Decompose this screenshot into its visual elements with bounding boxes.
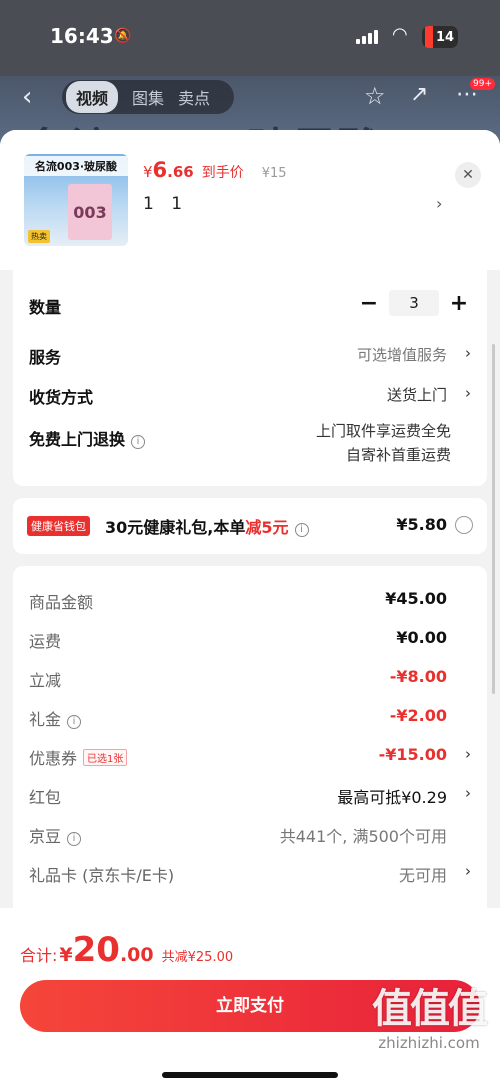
total-decimal: .00 bbox=[119, 944, 154, 966]
chevron-right-icon[interactable]: › bbox=[436, 194, 442, 213]
original-price: ¥15 bbox=[261, 166, 287, 181]
free-return-text: 免费上门退换 bbox=[29, 430, 126, 449]
radio-icon[interactable] bbox=[455, 516, 473, 534]
service-value: 可选增值服务 bbox=[356, 346, 447, 364]
return-line-1: 上门取件享运费全免 bbox=[315, 422, 451, 440]
wallet-discount: 减5元 bbox=[245, 518, 289, 537]
summary-label: 礼品卡 (京东卡/E卡) bbox=[29, 866, 175, 885]
total-savings: 共减¥25.00 bbox=[161, 950, 234, 965]
quantity-stepper: − 3 + bbox=[357, 290, 471, 316]
delivery-value: 送货上门 bbox=[386, 386, 447, 404]
health-wallet-card[interactable]: 健康省钱包 30元健康礼包,本单减5元 i ¥5.80 bbox=[13, 498, 487, 554]
price-decimal: .66 bbox=[167, 163, 194, 181]
service-label: 服务 bbox=[29, 348, 62, 367]
wifi-icon: ◠ bbox=[392, 24, 408, 45]
status-time: 16:43 bbox=[50, 24, 114, 48]
price-symbol: ¥ bbox=[143, 163, 153, 181]
chevron-right-icon: › bbox=[465, 344, 471, 362]
jd-beans-label: 京豆 bbox=[29, 827, 62, 846]
wallet-text-prefix: 30元健康礼包,本单 bbox=[105, 518, 246, 537]
product-header: 名流003·玻尿酸 003 热卖 ¥ 6 .66 到手价 ¥15 1 1 › ✕ bbox=[0, 130, 500, 270]
watermark-text: zhizhizhi.com bbox=[378, 1034, 480, 1052]
tab-video[interactable]: 视频 bbox=[66, 81, 119, 113]
product-thumbnail[interactable]: 名流003·玻尿酸 003 热卖 bbox=[24, 154, 128, 246]
coupon-selected-badge: 已选1张 bbox=[83, 749, 128, 766]
options-card: 数量 − 3 + 服务 可选增值服务 › 收货方式 送货上门 › 免费上门退换 i… bbox=[13, 270, 487, 486]
selected-spec[interactable]: 1 1 bbox=[143, 194, 188, 214]
chevron-right-icon: › bbox=[465, 862, 471, 880]
gift-money-label: 礼金 bbox=[29, 710, 62, 729]
summary-value: ¥45.00 bbox=[385, 589, 447, 608]
summary-label: 京豆 i bbox=[29, 823, 82, 847]
wallet-price: ¥5.80 bbox=[396, 515, 447, 534]
quantity-label: 数量 bbox=[29, 298, 62, 317]
thumbnail-label: 名流003·玻尿酸 bbox=[24, 156, 128, 176]
share-icon[interactable]: ↗ bbox=[410, 82, 428, 107]
media-tabs: 视频 图集 卖点 bbox=[62, 80, 234, 114]
watermark-logo: 值值值 bbox=[372, 986, 488, 1032]
quantity-minus-button[interactable]: − bbox=[357, 291, 381, 316]
tab-selling-points[interactable]: 卖点 bbox=[178, 85, 210, 109]
summary-label: 礼金 i bbox=[29, 706, 82, 730]
message-badge: 99+ bbox=[470, 78, 495, 90]
tab-gallery[interactable]: 图集 bbox=[132, 85, 164, 109]
home-indicator bbox=[162, 1072, 338, 1078]
info-icon[interactable]: i bbox=[294, 523, 309, 537]
thumbnail-tag: 热卖 bbox=[28, 230, 50, 243]
price-line: ¥ 6 .66 到手价 ¥15 bbox=[143, 158, 287, 182]
signal-icon bbox=[356, 30, 378, 44]
summary-value: -¥15.00 bbox=[378, 745, 447, 764]
final-price-label: 到手价 bbox=[201, 165, 244, 181]
chevron-right-icon: › bbox=[465, 784, 471, 802]
summary-label: 运费 bbox=[29, 632, 62, 651]
info-icon[interactable]: i bbox=[67, 832, 82, 846]
quantity-input[interactable]: 3 bbox=[389, 290, 439, 316]
star-icon[interactable]: ☆ bbox=[364, 82, 386, 110]
watermark: 值值值 zhizhizhi.com bbox=[372, 976, 488, 1052]
info-icon[interactable]: i bbox=[67, 715, 82, 729]
battery-level: 14 bbox=[436, 29, 455, 45]
price-summary-card: 商品金额 ¥45.00 运费 ¥0.00 立减 -¥8.00 礼金 i -¥2.0… bbox=[13, 566, 487, 966]
coupon-label: 优惠券 bbox=[29, 749, 78, 768]
total-line: 合计: ¥ 20 .00 共减¥25.00 bbox=[20, 930, 233, 970]
summary-value: 共441个, 满500个可用 bbox=[279, 827, 447, 846]
checkout-footer: 合计: ¥ 20 .00 共减¥25.00 立即支付 值值值 zhizhizhi… bbox=[0, 908, 500, 1083]
summary-value: -¥8.00 bbox=[389, 667, 447, 686]
battery-icon: 14 bbox=[422, 26, 458, 48]
return-line-2: 自寄补首重运费 bbox=[345, 446, 451, 464]
delivery-label: 收货方式 bbox=[29, 388, 94, 407]
wallet-offer-text: 30元健康礼包,本单减5元 i bbox=[105, 514, 309, 538]
chevron-right-icon: › bbox=[465, 384, 471, 402]
price-integer: 6 bbox=[152, 158, 168, 182]
product-box-image: 003 bbox=[68, 184, 112, 240]
info-icon[interactable]: i bbox=[131, 435, 146, 449]
total-symbol: ¥ bbox=[59, 944, 73, 966]
summary-label: 优惠券 已选1张 bbox=[29, 745, 128, 769]
total-integer: 20 bbox=[72, 930, 120, 970]
total-label: 合计: bbox=[20, 946, 58, 965]
bell-muted-icon: 🔕 bbox=[114, 28, 132, 44]
summary-label: 红包 bbox=[29, 788, 62, 807]
product-nav: ‹ 视频 图集 卖点 ☆ ↗ ⋯ 99+ bbox=[0, 78, 500, 118]
summary-label: 立减 bbox=[29, 671, 62, 690]
status-bar: 16:43 🔕 ◠ 14 bbox=[0, 0, 500, 76]
summary-value: ¥0.00 bbox=[396, 628, 447, 647]
free-return-label: 免费上门退换 i bbox=[29, 426, 146, 450]
summary-value: -¥2.00 bbox=[389, 706, 447, 725]
summary-value: 最高可抵¥0.29 bbox=[337, 788, 447, 807]
chevron-right-icon: › bbox=[465, 745, 471, 763]
close-icon[interactable]: ✕ bbox=[455, 162, 481, 188]
summary-label: 商品金额 bbox=[29, 593, 94, 612]
quantity-plus-button[interactable]: + bbox=[447, 291, 471, 316]
wallet-badge: 健康省钱包 bbox=[27, 516, 90, 536]
summary-value: 无可用 bbox=[398, 866, 447, 885]
back-chevron-icon[interactable]: ‹ bbox=[22, 82, 32, 112]
scrollbar[interactable] bbox=[492, 344, 495, 694]
